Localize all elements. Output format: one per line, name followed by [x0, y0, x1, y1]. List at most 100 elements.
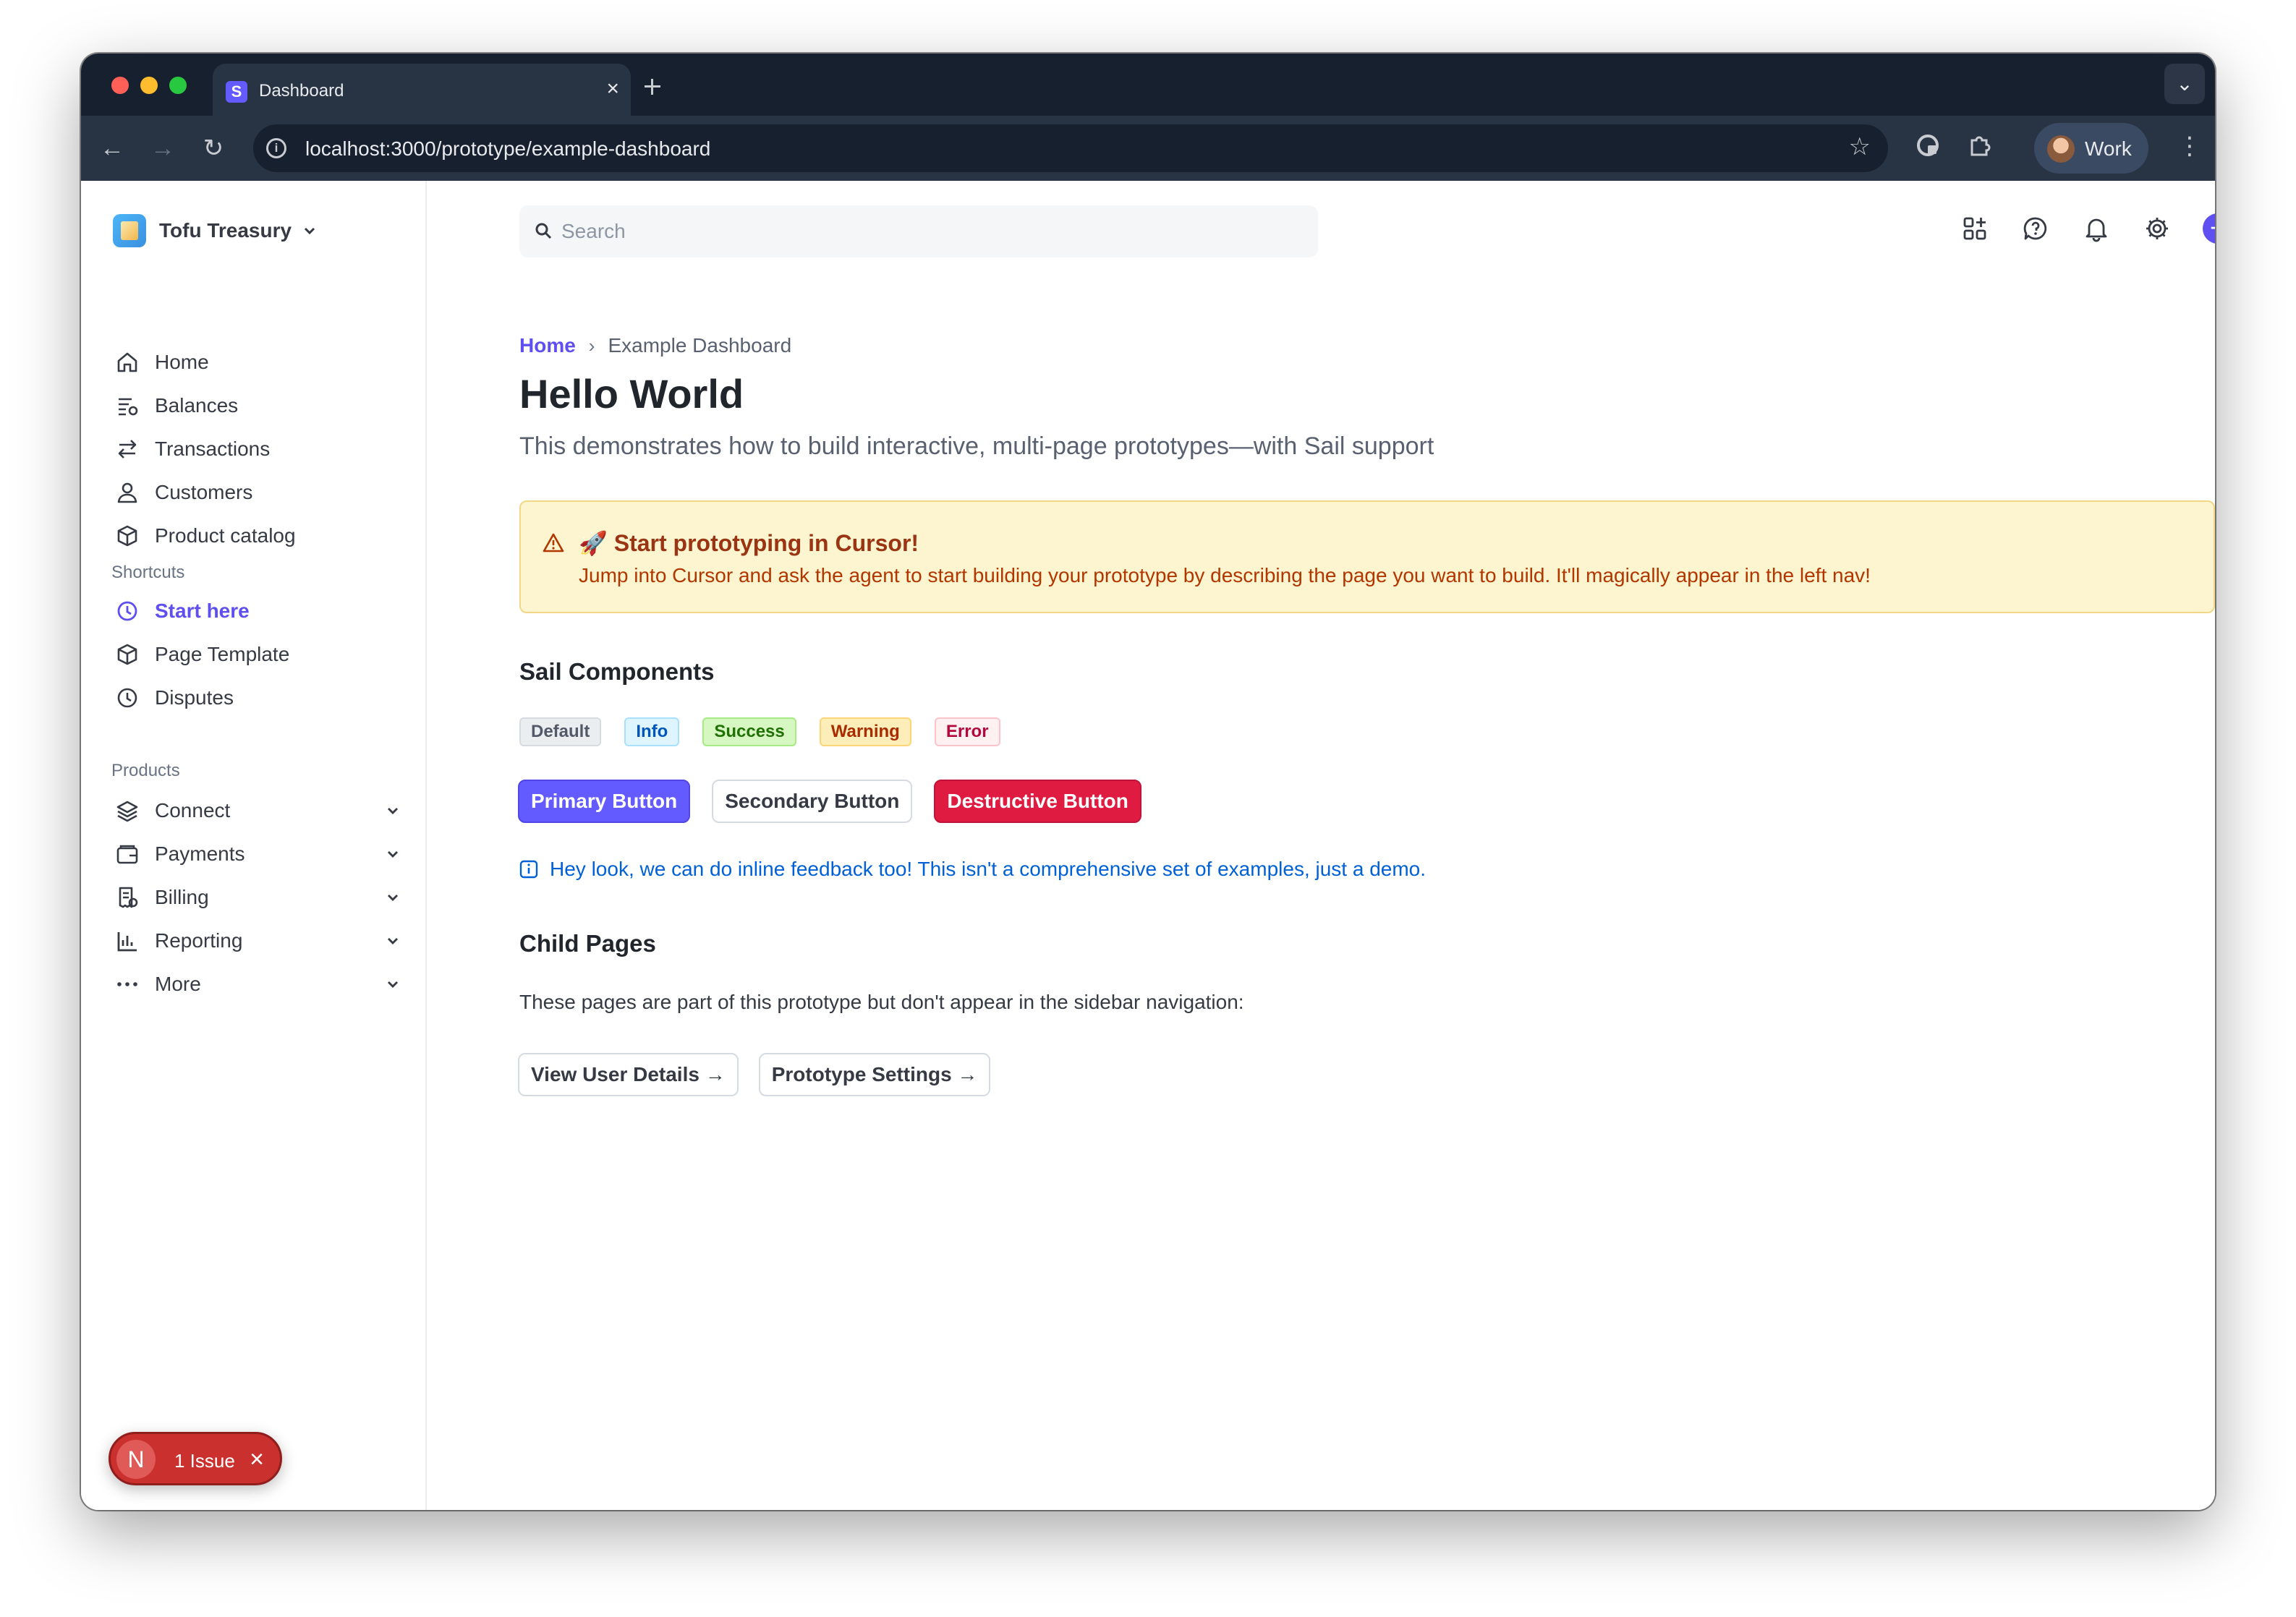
search-bar[interactable]: [519, 205, 1318, 257]
browser-menu-icon[interactable]: ⋮: [2177, 132, 2202, 161]
chevron-down-icon: [388, 895, 398, 901]
balances-icon: [113, 391, 142, 420]
address-bar[interactable]: i localhost:3000/prototype/example-dashb…: [253, 124, 1888, 172]
banner-title: 🚀 Start prototyping in Cursor!: [579, 530, 919, 556]
account-name: Tofu Treasury: [159, 219, 292, 242]
child-pages-description: These pages are part of this prototype b…: [519, 991, 1244, 1013]
chevron-down-icon: [388, 981, 398, 988]
tab-title: Dashboard: [259, 81, 344, 101]
sidebar-item-transactions[interactable]: Transactions: [113, 431, 402, 467]
sidebar-item-label: Connect: [155, 799, 231, 822]
sidebar-item-payments[interactable]: Payments: [113, 836, 402, 872]
primary-button[interactable]: Primary Button: [518, 780, 691, 823]
sidebar-item-label: Disputes: [155, 686, 234, 709]
plus-icon: +: [2203, 213, 2215, 244]
warning-banner: 🚀 Start prototyping in Cursor! Jump into…: [519, 500, 2215, 613]
reload-icon[interactable]: ↻: [197, 132, 230, 165]
back-icon[interactable]: ←: [95, 132, 129, 165]
badge-default: Default: [519, 717, 602, 746]
sidebar-item-label: Home: [155, 351, 209, 373]
sidebar-item-product-catalog[interactable]: Product catalog: [113, 518, 402, 554]
issue-avatar: N: [116, 1440, 156, 1479]
badge-row: Default Info Success Warning Error: [519, 717, 1000, 746]
forward-icon[interactable]: →: [146, 132, 179, 165]
prototype-settings-button[interactable]: Prototype Settings →: [758, 1053, 991, 1096]
sidebar-item-label: Product catalog: [155, 524, 296, 547]
child-pages-heading: Child Pages: [519, 930, 656, 957]
minimize-window-button[interactable]: [140, 77, 158, 94]
chevron-down-icon: [305, 227, 315, 235]
warning-icon: [543, 533, 564, 552]
extension-icon[interactable]: [1913, 133, 1943, 163]
tab-search-button[interactable]: ⌄: [2164, 64, 2205, 104]
breadcrumb-home-link[interactable]: Home: [519, 334, 576, 357]
more-icon: [113, 970, 142, 999]
account-switcher[interactable]: Tofu Treasury: [113, 213, 318, 249]
sail-components-heading: Sail Components: [519, 658, 715, 685]
secondary-button[interactable]: Secondary Button: [712, 780, 913, 823]
badge-warning: Warning: [819, 717, 911, 746]
tab-close-icon[interactable]: ×: [606, 78, 619, 100]
sidebar-item-balances[interactable]: Balances: [113, 388, 402, 424]
page-subtitle: This demonstrates how to build interacti…: [519, 432, 1434, 460]
url-text: localhost:3000/prototype/example-dashboa…: [305, 137, 711, 160]
sidebar-item-more[interactable]: More: [113, 966, 402, 1002]
sidebar-item-home[interactable]: Home: [113, 344, 402, 380]
breadcrumb: Home › Example Dashboard: [519, 334, 791, 357]
inline-feedback: Hey look, we can do inline feedback too!…: [519, 858, 1426, 881]
avatar: [2047, 135, 2075, 163]
chevron-right-icon: ›: [588, 334, 595, 357]
chevron-down-icon: [388, 851, 398, 858]
tab-bar: S Dashboard × ⌄: [81, 54, 2215, 116]
sidebar-item-label: Start here: [155, 600, 250, 622]
breadcrumb-current: Example Dashboard: [608, 334, 792, 357]
clock-icon: [113, 683, 142, 712]
issues-indicator[interactable]: N 1 Issue ×: [109, 1432, 282, 1485]
issue-count: 1 Issue: [174, 1450, 235, 1472]
sidebar-item-label: Reporting: [155, 929, 243, 952]
chevron-down-icon: [388, 938, 398, 944]
create-button[interactable]: +: [2199, 210, 2215, 247]
close-window-button[interactable]: [111, 77, 129, 94]
profile-label: Work: [2085, 137, 2132, 160]
sidebar-item-reporting[interactable]: Reporting: [113, 923, 402, 959]
sidebar-item-billing[interactable]: Billing: [113, 879, 402, 916]
bookmark-star-icon[interactable]: ☆: [1849, 132, 1871, 161]
browser-window: S Dashboard × ⌄ ← → ↻ i localhost:3000/p…: [81, 54, 2215, 1510]
account-logo-icon: [113, 214, 146, 247]
page-title: Hello World: [519, 371, 744, 417]
chart-icon: [113, 926, 142, 955]
help-icon[interactable]: [2017, 210, 2054, 247]
sidebar: Tofu Treasury Home Balances Transactions…: [81, 181, 427, 1510]
clock-icon: [113, 597, 142, 626]
stripe-favicon-icon: S: [226, 81, 247, 103]
apps-icon[interactable]: [1956, 210, 1994, 247]
sidebar-item-disputes[interactable]: Disputes: [113, 680, 402, 716]
sidebar-item-customers[interactable]: Customers: [113, 474, 402, 511]
search-input[interactable]: [561, 217, 1299, 246]
maximize-window-button[interactable]: [169, 77, 187, 94]
badge-info: Info: [624, 717, 680, 746]
products-heading: Products: [111, 761, 180, 780]
search-icon: [535, 223, 552, 239]
view-user-details-button[interactable]: View User Details →: [518, 1053, 739, 1096]
gear-icon[interactable]: [2138, 210, 2176, 247]
new-tab-button[interactable]: [566, 72, 660, 101]
puzzle-extensions-icon[interactable]: [1965, 133, 1995, 163]
wallet-icon: [113, 840, 142, 869]
customer-icon: [113, 478, 142, 507]
bell-icon[interactable]: [2078, 210, 2115, 247]
site-info-icon[interactable]: i: [266, 138, 286, 158]
main-content: + Home › Example Dashboard Hello World T…: [427, 181, 2215, 1510]
sidebar-item-page-template[interactable]: Page Template: [113, 636, 402, 673]
sidebar-item-label: Billing: [155, 886, 209, 908]
profile-button[interactable]: Work: [2034, 123, 2148, 174]
close-icon[interactable]: ×: [250, 1446, 264, 1473]
box-icon: [113, 521, 142, 550]
billing-icon: [113, 883, 142, 912]
destructive-button[interactable]: Destructive Button: [934, 780, 1141, 823]
sidebar-item-start-here[interactable]: Start here: [113, 593, 402, 629]
sidebar-item-connect[interactable]: Connect: [113, 793, 402, 829]
shortcuts-heading: Shortcuts: [111, 563, 185, 582]
sidebar-item-label: Transactions: [155, 438, 271, 460]
